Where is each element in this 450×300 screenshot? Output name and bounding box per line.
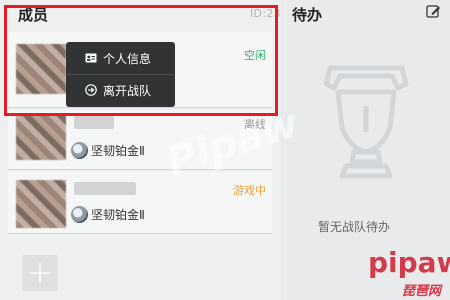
trophy-placeholder-icon xyxy=(323,65,409,179)
todo-panel: 待办 暂无战队待办 xyxy=(281,0,450,300)
menu-item-label: 离开战队 xyxy=(103,84,152,98)
member-name xyxy=(74,116,114,129)
member-rank: 坚韧铂金Ⅱ xyxy=(91,144,145,158)
member-row-3[interactable]: 游戏中 坚韧铂金Ⅱ xyxy=(8,172,272,234)
member-row-2[interactable]: 离线 坚韧铂金Ⅱ xyxy=(8,110,272,170)
member-rank: 坚韧铂金Ⅱ xyxy=(91,208,145,222)
members-panel: 成员 ID:231934 空闲 离线 坚韧铂金Ⅱ 游戏中 坚韧铂金Ⅱ xyxy=(0,0,310,300)
member-avatar[interactable] xyxy=(16,114,66,160)
menu-item-label: 个人信息 xyxy=(103,52,152,66)
members-header: 成员 ID:231934 xyxy=(0,0,310,30)
member-status: 空闲 xyxy=(244,49,266,62)
exit-icon xyxy=(85,84,97,96)
member-status: 离线 xyxy=(244,118,266,131)
menu-divider xyxy=(66,74,175,75)
edit-icon[interactable] xyxy=(426,4,441,19)
member-avatar[interactable] xyxy=(16,180,66,228)
id-card-icon xyxy=(85,53,97,63)
todo-title: 待办 xyxy=(292,6,323,24)
plus-icon xyxy=(30,263,50,283)
members-title: 成员 xyxy=(18,6,49,24)
member-status: 游戏中 xyxy=(233,184,266,197)
member-avatar[interactable] xyxy=(16,44,66,94)
member-name xyxy=(74,182,136,195)
add-member-button[interactable] xyxy=(22,255,58,291)
member-context-menu: 个人信息 离开战队 xyxy=(66,42,175,107)
menu-item-leave-team[interactable]: 离开战队 xyxy=(66,76,175,106)
todo-empty-text: 暂无战队待办 xyxy=(318,220,391,234)
rank-platinum-icon xyxy=(71,206,88,223)
menu-item-profile[interactable]: 个人信息 xyxy=(66,44,175,74)
rank-platinum-icon xyxy=(71,142,88,159)
